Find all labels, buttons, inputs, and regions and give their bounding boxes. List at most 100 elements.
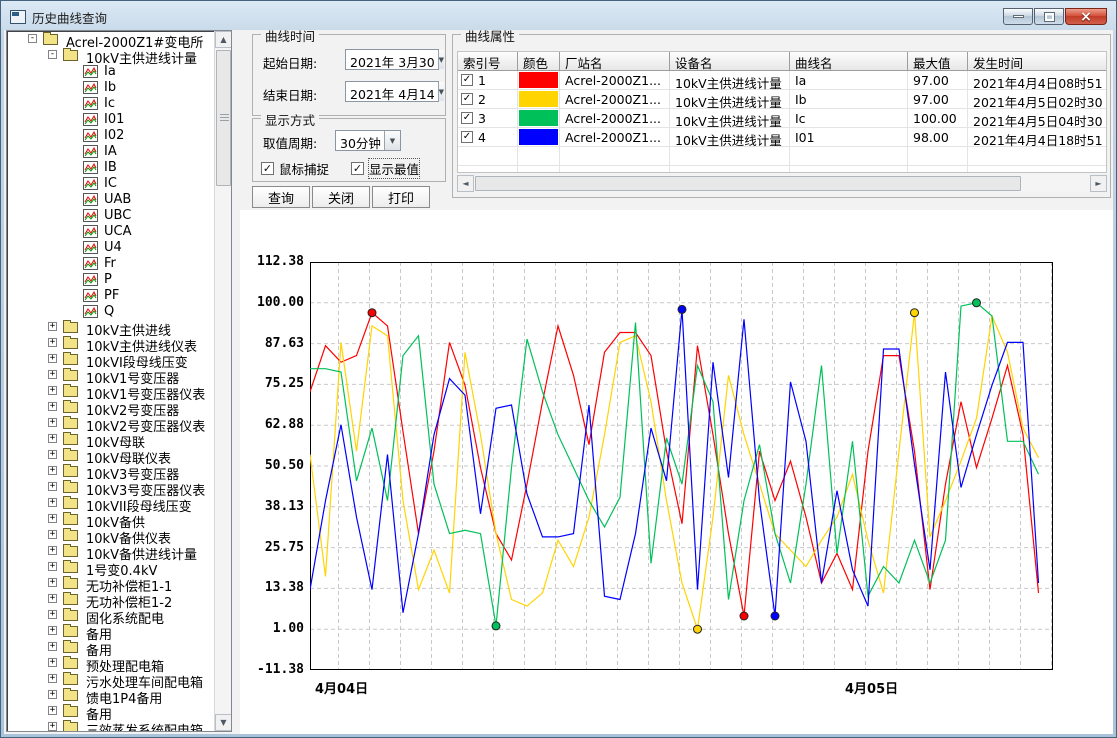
tree-item[interactable]: +固化系统配电 bbox=[7, 607, 214, 623]
expand-icon[interactable]: + bbox=[48, 418, 57, 427]
title-bar[interactable]: 历史曲线查询 × bbox=[4, 4, 1113, 30]
maximize-button[interactable] bbox=[1034, 8, 1064, 25]
tree-item[interactable]: +10kV3号变压器仪表 bbox=[7, 479, 214, 495]
expand-icon[interactable]: + bbox=[48, 594, 57, 603]
column-header[interactable]: 颜色 bbox=[518, 52, 560, 71]
tree-item-label[interactable]: IA bbox=[104, 144, 117, 159]
chevron-down-icon[interactable]: ▼ bbox=[384, 131, 400, 150]
column-header[interactable]: 设备名 bbox=[670, 52, 790, 71]
column-header[interactable]: 曲线名 bbox=[790, 52, 908, 71]
tree-item[interactable]: +10kV2号变压器 bbox=[7, 399, 214, 415]
table-row[interactable]: ✓3Acrel-2000Z1...10kV主供进线计量Ic100.002021年… bbox=[458, 109, 1107, 128]
tree-item-label[interactable]: Q bbox=[104, 304, 114, 319]
end-date-combo[interactable]: 2021年 4月14 ▼ bbox=[345, 81, 439, 102]
collapse-icon[interactable]: - bbox=[28, 34, 37, 43]
tree-item-label[interactable]: 三效蒸发系统配电箱 bbox=[86, 720, 203, 731]
tree-item[interactable]: Ib bbox=[7, 79, 214, 95]
tree-item[interactable]: + 三效蒸发系统配电箱 bbox=[7, 719, 214, 731]
start-date-combo[interactable]: 2021年 3月30 ▼ bbox=[345, 49, 439, 70]
tree-item[interactable]: UCA bbox=[7, 223, 214, 239]
expand-icon[interactable]: + bbox=[48, 386, 57, 395]
tree-item-label[interactable]: UBC bbox=[104, 208, 131, 223]
chevron-down-icon[interactable]: ▼ bbox=[438, 50, 444, 69]
tree-item-label[interactable]: IC bbox=[104, 176, 117, 191]
expand-icon[interactable]: + bbox=[48, 514, 57, 523]
scroll-left-button[interactable]: ◄ bbox=[457, 175, 474, 192]
tree-item-label[interactable]: IB bbox=[104, 160, 117, 175]
tree-item[interactable]: +备用 bbox=[7, 639, 214, 655]
tree-item[interactable]: +预处理配电箱 bbox=[7, 655, 214, 671]
expand-icon[interactable]: + bbox=[48, 498, 57, 507]
tree-item[interactable]: +10kV备供仪表 bbox=[7, 527, 214, 543]
tree-item[interactable]: U4 bbox=[7, 239, 214, 255]
tree-item[interactable]: +备用 bbox=[7, 623, 214, 639]
checkbox-checked-icon[interactable]: ✓ bbox=[351, 162, 364, 175]
tree-item[interactable]: +10kV备供 bbox=[7, 511, 214, 527]
table-hscrollbar[interactable]: ◄ ► bbox=[457, 175, 1107, 192]
expand-icon[interactable]: + bbox=[48, 690, 57, 699]
tree-item[interactable]: +无功补偿柜1-1 bbox=[7, 575, 214, 591]
tree-item[interactable]: +馈电1P4备用 bbox=[7, 687, 214, 703]
tree-item[interactable]: Fr bbox=[7, 255, 214, 271]
tree-item[interactable]: +10kV母联仪表 bbox=[7, 447, 214, 463]
collapse-icon[interactable]: - bbox=[48, 50, 57, 59]
expand-icon[interactable]: + bbox=[48, 706, 57, 715]
tree-item[interactable]: +10kV1号变压器 bbox=[7, 367, 214, 383]
tree-item[interactable]: +无功补偿柜1-2 bbox=[7, 591, 214, 607]
table-row[interactable]: ✓1Acrel-2000Z1...10kV主供进线计量Ia97.002021年4… bbox=[458, 71, 1107, 90]
column-header[interactable]: 厂站名 bbox=[560, 52, 670, 71]
print-button[interactable]: 打印 bbox=[372, 186, 430, 208]
tree-item[interactable]: PF bbox=[7, 287, 214, 303]
close-dialog-button[interactable]: 关闭 bbox=[312, 186, 370, 208]
row-checkbox[interactable]: ✓ bbox=[461, 112, 473, 124]
tree-item[interactable]: I02 bbox=[7, 127, 214, 143]
expand-icon[interactable]: + bbox=[48, 402, 57, 411]
query-button[interactable]: 查询 bbox=[252, 186, 310, 208]
tree-item[interactable]: Ia bbox=[7, 63, 214, 79]
expand-icon[interactable]: + bbox=[48, 562, 57, 571]
tree-item[interactable]: +1号变0.4kV bbox=[7, 559, 214, 575]
tree-item[interactable]: +10kV1号变压器仪表 bbox=[7, 383, 214, 399]
expand-icon[interactable]: + bbox=[48, 354, 57, 363]
tree-item-label[interactable]: Ib bbox=[104, 80, 116, 95]
tree-item[interactable]: Ic bbox=[7, 95, 214, 111]
scroll-thumb[interactable] bbox=[216, 50, 231, 186]
expand-icon[interactable]: + bbox=[48, 722, 57, 731]
tree-item[interactable]: +10kV3号变压器 bbox=[7, 463, 214, 479]
tree-scrollbar[interactable]: ▲ ▼ bbox=[214, 31, 231, 731]
tree-item[interactable]: +10kVII段母线压变 bbox=[7, 495, 214, 511]
tree-item-label[interactable]: UAB bbox=[104, 192, 131, 207]
tree-item-label[interactable]: UCA bbox=[104, 224, 132, 239]
scroll-thumb[interactable] bbox=[475, 176, 1021, 191]
expand-icon[interactable]: + bbox=[48, 450, 57, 459]
column-header[interactable]: 索引号 bbox=[458, 52, 518, 71]
tree-item[interactable]: IC bbox=[7, 175, 214, 191]
tree-item[interactable]: IB bbox=[7, 159, 214, 175]
tree-item[interactable]: +10kV备供进线计量 bbox=[7, 543, 214, 559]
tree-item-label[interactable]: Ic bbox=[104, 96, 115, 111]
row-checkbox[interactable]: ✓ bbox=[461, 74, 473, 86]
tree-item-label[interactable]: I02 bbox=[104, 128, 124, 143]
tree-item-label[interactable]: Fr bbox=[104, 256, 116, 271]
tree-item[interactable]: +10kV主供进线仪表 bbox=[7, 335, 214, 351]
expand-icon[interactable]: + bbox=[48, 626, 57, 635]
table-row[interactable]: ✓4Acrel-2000Z1...10kV主供进线计量I0198.002021年… bbox=[458, 128, 1107, 147]
tree-item[interactable]: +10kVI段母线压变 bbox=[7, 351, 214, 367]
row-checkbox[interactable]: ✓ bbox=[461, 93, 473, 105]
expand-icon[interactable]: + bbox=[48, 322, 57, 331]
expand-icon[interactable]: + bbox=[48, 466, 57, 475]
show-extremes-checkbox[interactable]: ✓ 显示最值 bbox=[351, 159, 419, 178]
tree-item[interactable]: UBC bbox=[7, 207, 214, 223]
expand-icon[interactable]: + bbox=[48, 530, 57, 539]
chevron-down-icon[interactable]: ▼ bbox=[438, 82, 444, 101]
table-row[interactable]: ✓2Acrel-2000Z1...10kV主供进线计量Ib97.002021年4… bbox=[458, 90, 1107, 109]
tree-item-label[interactable]: Ia bbox=[104, 64, 116, 79]
scroll-down-button[interactable]: ▼ bbox=[215, 714, 232, 731]
row-checkbox[interactable]: ✓ bbox=[461, 131, 473, 143]
tree-item[interactable]: Q bbox=[7, 303, 214, 319]
close-button[interactable]: × bbox=[1065, 8, 1107, 25]
tree-item[interactable]: +10kV主供进线 bbox=[7, 319, 214, 335]
tree-item[interactable]: I01 bbox=[7, 111, 214, 127]
expand-icon[interactable]: + bbox=[48, 482, 57, 491]
tree-item-label[interactable]: U4 bbox=[104, 240, 122, 255]
